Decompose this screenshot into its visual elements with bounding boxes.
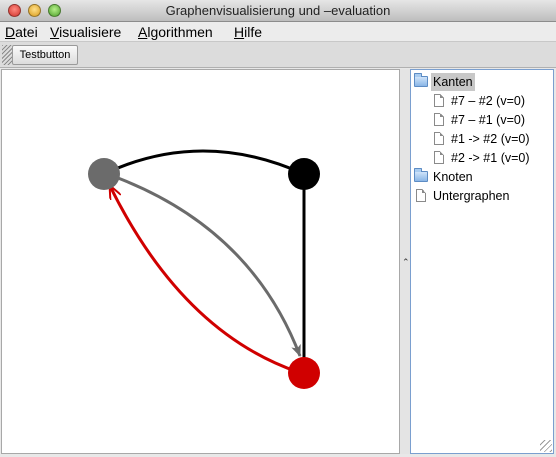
file-icon <box>434 151 444 164</box>
tree-item-untergraphen[interactable]: Untergraphen <box>416 187 511 205</box>
folder-icon <box>414 73 428 87</box>
tree-folder-knoten[interactable]: Knoten <box>414 168 475 186</box>
toolbar: Testbutton <box>0 42 556 68</box>
toolbar-grip-icon[interactable] <box>2 45 12 65</box>
graph-node-black[interactable] <box>288 158 320 190</box>
file-icon <box>416 189 426 202</box>
edge-red-to-gray[interactable] <box>110 186 299 374</box>
tree-folder-kanten[interactable]: Kanten <box>414 73 475 91</box>
menu-hilfe[interactable]: Hilfe <box>234 24 262 40</box>
file-icon <box>434 113 444 126</box>
tree-edge-item[interactable]: #7 – #2 (v=0) <box>434 92 527 110</box>
folder-icon <box>414 168 428 182</box>
edge-gray-black[interactable] <box>103 149 305 176</box>
title-bar[interactable]: Graphenvisualisierung und –evaluation <box>0 0 556 22</box>
graph-node-gray[interactable] <box>88 158 120 190</box>
resize-grip-icon[interactable] <box>540 440 552 452</box>
file-icon <box>434 94 444 107</box>
tree-edge-item[interactable]: #2 -> #1 (v=0) <box>434 149 532 167</box>
graph-drawing[interactable] <box>2 70 399 453</box>
collapse-arrow-icon[interactable]: ⌃ <box>402 257 410 268</box>
test-button[interactable]: Testbutton <box>12 45 78 65</box>
graph-node-red[interactable] <box>288 357 320 389</box>
menu-bar: Datei Visualisiere Algorithmen Hilfe <box>0 22 556 42</box>
app-window: Graphenvisualisierung und –evaluation Da… <box>0 0 556 457</box>
window-title: Graphenvisualisierung und –evaluation <box>165 3 391 18</box>
graph-canvas[interactable] <box>1 69 400 454</box>
split-pane-divider[interactable]: ⌃ <box>400 69 410 454</box>
menu-visualisiere[interactable]: Visualisiere <box>50 24 121 40</box>
menu-datei[interactable]: Datei <box>5 24 38 40</box>
file-icon <box>434 132 444 145</box>
edge-gray-to-red[interactable] <box>117 176 302 357</box>
tree-edge-item[interactable]: #7 – #1 (v=0) <box>434 111 527 129</box>
menu-algorithmen[interactable]: Algorithmen <box>138 24 213 40</box>
graph-tree-panel: Kanten #7 – #2 (v=0) #7 – #1 (v=0) #1 ->… <box>410 69 554 454</box>
tree-edge-item[interactable]: #1 -> #2 (v=0) <box>434 130 532 148</box>
